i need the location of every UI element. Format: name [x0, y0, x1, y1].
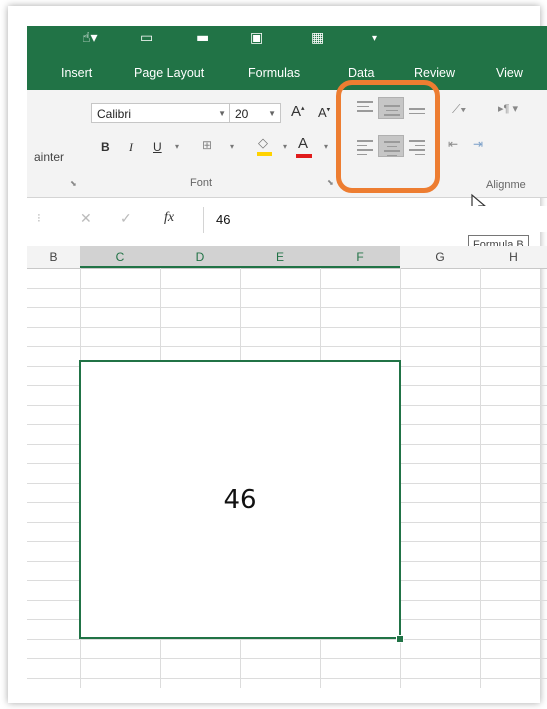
- font-size-select[interactable]: 20 ▼: [229, 103, 281, 123]
- alignment-highlight-box: [336, 80, 440, 193]
- title-bar: [27, 26, 547, 60]
- customize-qat-icon[interactable]: ▾: [372, 33, 377, 44]
- italic-button[interactable]: I: [129, 140, 133, 155]
- font-size-value: 20: [235, 107, 249, 121]
- orientation-icon[interactable]: ⟋▾: [452, 102, 466, 117]
- fill-handle[interactable]: [396, 635, 404, 643]
- column-header-b[interactable]: B: [27, 246, 80, 268]
- tab-formulas[interactable]: Formulas: [248, 66, 300, 80]
- print-preview-icon[interactable]: ▣: [250, 30, 263, 46]
- borders-icon[interactable]: ⊞: [202, 138, 212, 152]
- borders-dropdown-icon[interactable]: ▾: [230, 142, 234, 151]
- column-header-c[interactable]: C: [80, 246, 160, 268]
- tab-page-layout[interactable]: Page Layout: [134, 66, 204, 80]
- underline-button[interactable]: U: [153, 140, 162, 154]
- column-header-e[interactable]: E: [240, 246, 320, 268]
- column-header-d[interactable]: D: [160, 246, 240, 268]
- chevron-down-icon: ▼: [268, 109, 276, 118]
- row-gridline: [27, 326, 547, 328]
- increase-font-size-button[interactable]: A▴: [291, 103, 305, 120]
- format-painter-label[interactable]: ainter: [34, 150, 64, 164]
- tab-insert[interactable]: Insert: [61, 66, 92, 80]
- paint-bucket-icon: ◇: [258, 135, 268, 150]
- font-name-select[interactable]: Calibri ▼: [91, 103, 231, 123]
- clipboard-launcher-icon[interactable]: ⬊: [70, 179, 77, 188]
- increase-indent-icon[interactable]: ⇥: [473, 137, 483, 151]
- insert-function-icon[interactable]: fx: [164, 210, 174, 226]
- tab-review[interactable]: Review: [414, 66, 455, 80]
- tab-view[interactable]: View: [496, 66, 523, 80]
- column-header-g[interactable]: G: [400, 246, 480, 268]
- column-header-h[interactable]: H: [480, 246, 547, 268]
- alignment-group-label: Alignme: [486, 179, 526, 191]
- column-gridline: [480, 268, 481, 688]
- bold-button[interactable]: B: [101, 140, 110, 154]
- underline-dropdown-icon[interactable]: ▾: [175, 142, 179, 151]
- open-folder-icon[interactable]: ▬: [196, 30, 209, 46]
- fill-color-dropdown-icon[interactable]: ▾: [283, 142, 287, 151]
- table-icon[interactable]: ▦: [311, 30, 324, 46]
- name-box-edge[interactable]: ⁝: [37, 211, 41, 225]
- formula-input[interactable]: 46: [203, 207, 547, 233]
- chevron-down-icon: ▼: [218, 109, 226, 118]
- font-color-a-icon: A: [298, 135, 309, 152]
- row-gridline: [27, 287, 547, 289]
- column-header-f[interactable]: F: [320, 246, 400, 268]
- new-file-icon[interactable]: ▭: [140, 30, 153, 46]
- fill-color-button[interactable]: ◇: [257, 135, 272, 156]
- fill-color-swatch: [257, 152, 272, 156]
- row-gridline: [27, 658, 547, 659]
- font-dialog-launcher-icon[interactable]: ⬊: [327, 178, 334, 187]
- font-color-button[interactable]: A: [296, 135, 312, 158]
- cell-value: 46: [223, 484, 257, 515]
- decrease-font-size-button[interactable]: A▾: [318, 105, 330, 120]
- enter-icon[interactable]: ✓: [120, 210, 132, 227]
- wrap-text-icon[interactable]: ▸¶ ▾: [498, 102, 518, 115]
- merged-cell-c-f[interactable]: 46: [79, 360, 401, 639]
- row-gridline: [27, 346, 547, 347]
- font-color-dropdown-icon[interactable]: ▾: [324, 142, 328, 151]
- tab-data[interactable]: Data: [348, 66, 374, 80]
- font-name-value: Calibri: [97, 107, 132, 121]
- cancel-icon[interactable]: ✕: [80, 210, 92, 227]
- row-gridline: [27, 677, 547, 679]
- font-color-swatch: [296, 154, 312, 158]
- font-group-label: Font: [190, 177, 213, 189]
- row-gridline: [27, 307, 547, 308]
- touch-mode-icon[interactable]: ☝▾: [82, 30, 98, 46]
- decrease-indent-icon[interactable]: ⇤: [448, 137, 458, 151]
